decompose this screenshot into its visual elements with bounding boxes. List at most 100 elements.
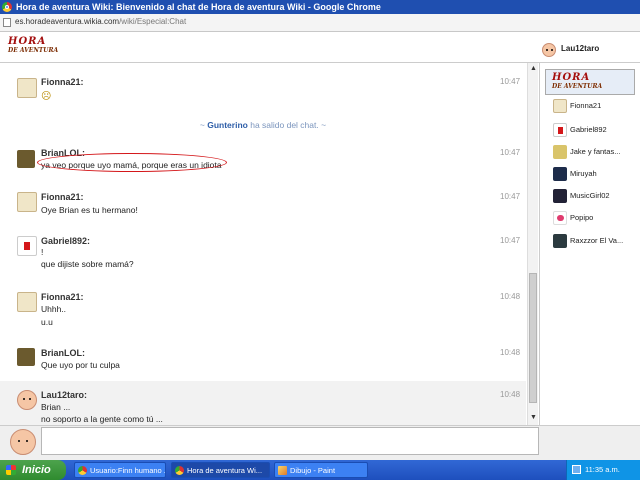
sidebar-logo-line2: DE AVENTURA — [552, 83, 603, 90]
chat-message: BrianLOL: 10:48 Que uyo por tu culpa — [0, 346, 526, 376]
message-time: 10:48 — [500, 348, 521, 357]
sidebar-user[interactable]: Popipo — [553, 211, 639, 227]
message-text: Oye Brian es tu hermano! — [41, 205, 138, 215]
message-text: u.u — [41, 317, 53, 327]
sidebar-user-avatar — [553, 234, 567, 248]
sidebar-user[interactable]: Gabriel892 — [553, 123, 639, 139]
chrome-icon — [78, 466, 87, 475]
sidebar-user[interactable]: MusicGirl02 — [553, 189, 639, 205]
message-text: Brian ... — [41, 402, 71, 412]
alert-text: ha salido del chat. — [250, 120, 319, 130]
message-username[interactable]: Lau12taro: — [41, 390, 87, 400]
current-username[interactable]: Lau12taro — [561, 44, 599, 53]
sidebar-user[interactable]: Jake y fantas... — [553, 145, 639, 161]
system-tray: 11:35 a.m. — [566, 460, 640, 480]
sidebar-logo-text: HORA DE AVENTURA — [552, 73, 602, 91]
chat-log: Fionna21: 10:47 ☹ ~ Gunterino ha salido … — [0, 63, 526, 425]
sidebar-user-avatar — [553, 167, 567, 181]
sidebar-user-name: Jake y fantas... — [570, 147, 621, 156]
user-avatar[interactable] — [17, 236, 37, 256]
sidebar-user-name: MusicGirl02 — [570, 191, 610, 200]
url-text[interactable]: es.horadeaventura.wikia.com/wiki/Especia… — [15, 17, 186, 26]
window-titlebar: Hora de aventura Wiki: Bienvenido al cha… — [0, 0, 640, 14]
chat-message: Gabriel892: 10:47 ! que dijiste sobre ma… — [0, 234, 526, 276]
logo-line1: HORA — [8, 36, 47, 47]
address-bar[interactable]: es.horadeaventura.wikia.com/wiki/Especia… — [0, 14, 640, 32]
sidebar-user-avatar — [553, 99, 567, 113]
paint-icon — [278, 466, 287, 475]
message-text: Uhhh.. — [41, 304, 67, 314]
network-icon[interactable] — [572, 465, 581, 474]
alert-tilde-left: ~ — [199, 120, 205, 130]
user-avatar[interactable] — [17, 348, 35, 366]
scrollbar-thumb[interactable] — [529, 273, 537, 403]
current-user-avatar[interactable] — [542, 43, 556, 57]
user-avatar[interactable] — [17, 192, 37, 212]
input-user-avatar — [10, 429, 36, 455]
logo-line2: DE AVENTURA — [8, 47, 59, 54]
emoticon-sad-icon: ☹ — [41, 91, 52, 102]
message-username[interactable]: BrianLOL: — [41, 348, 85, 358]
scroll-up-arrow-icon[interactable]: ▲ — [529, 64, 538, 74]
chat-message: Fionna21: 10:47 Oye Brian es tu hermano! — [0, 190, 526, 220]
taskbar-item[interactable]: Usuario:Finn humano ... — [74, 462, 166, 478]
sidebar-user[interactable]: Fionna21 — [553, 99, 639, 115]
user-avatar[interactable] — [17, 292, 37, 312]
message-username[interactable]: Fionna21: — [41, 77, 84, 87]
chat-message: Fionna21: 10:47 ☹ — [0, 73, 526, 103]
alert-tilde-right: ~ — [321, 120, 327, 130]
sidebar-user[interactable]: Raxzzor El Va... — [553, 234, 639, 250]
message-text: no soporto a la gente como tú ... — [41, 414, 163, 424]
start-label: Inicio — [22, 464, 51, 476]
user-list-sidebar: HORA DE AVENTURA Fionna21 Gabriel892 Jak… — [539, 63, 640, 425]
message-username[interactable]: Fionna21: — [41, 192, 84, 202]
chrome-icon — [2, 2, 12, 12]
start-button[interactable]: Inicio — [0, 460, 66, 480]
sidebar-logo-line1: HORA — [552, 72, 591, 83]
message-time: 10:47 — [500, 148, 521, 157]
user-avatar[interactable] — [17, 78, 37, 98]
alert-username[interactable]: Gunterino — [207, 120, 248, 130]
sidebar-user-name: Fionna21 — [570, 101, 602, 110]
url-path: /wiki/Especial:Chat — [119, 17, 187, 26]
scroll-down-arrow-icon[interactable]: ▼ — [529, 413, 538, 423]
clock[interactable]: 11:35 a.m. — [585, 460, 620, 480]
inline-alert: ~ Gunterino ha salido del chat. ~ — [0, 120, 526, 130]
sidebar-user-name: Popipo — [570, 213, 594, 222]
windows-flag-icon — [6, 465, 16, 475]
sidebar-user[interactable]: Miruyah — [553, 167, 639, 183]
message-text: Que uyo por tu culpa — [41, 360, 120, 370]
message-username[interactable]: Fionna21: — [41, 292, 84, 302]
message-text: ! — [41, 247, 44, 257]
sidebar-user-avatar — [553, 211, 567, 225]
message-time: 10:47 — [500, 236, 521, 245]
taskbar-item-label: Hora de aventura Wi... — [187, 466, 263, 475]
taskbar-item[interactable]: Dibujo - Paint — [274, 462, 368, 478]
sidebar-wiki-logo[interactable]: HORA DE AVENTURA — [545, 69, 635, 95]
sidebar-user-name: Raxzzor El Va... — [570, 236, 624, 245]
chat-message-own: Lau12taro: 10:48 Brian ... no soporto a … — [0, 381, 526, 425]
message-textbox[interactable] — [41, 427, 539, 455]
sidebar-user-name: Miruyah — [570, 169, 597, 178]
chat-message: Fionna21: 10:48 Uhhh.. u.u — [0, 289, 526, 329]
message-time: 10:47 — [500, 77, 521, 86]
message-username[interactable]: Gabriel892: — [41, 236, 90, 246]
taskbar-item-label: Usuario:Finn humano ... — [90, 466, 166, 475]
wiki-logo[interactable]: HORA DE AVENTURA — [8, 37, 84, 59]
taskbar-item-label: Dibujo - Paint — [290, 466, 336, 475]
taskbar-item-active[interactable]: Hora de aventura Wi... — [171, 462, 270, 478]
sidebar-user-avatar — [553, 123, 567, 137]
url-host: es.horadeaventura.wikia.com — [15, 17, 120, 26]
page-icon — [3, 18, 11, 27]
user-avatar[interactable] — [17, 150, 35, 168]
message-time: 10:47 — [500, 192, 521, 201]
message-time: 10:48 — [500, 390, 521, 399]
chrome-icon — [175, 466, 184, 475]
sidebar-user-avatar — [553, 145, 567, 159]
user-avatar[interactable] — [17, 390, 37, 410]
windows-taskbar: Inicio Usuario:Finn humano ... Hora de a… — [0, 460, 640, 480]
window-title: Hora de aventura Wiki: Bienvenido al cha… — [16, 2, 381, 12]
message-text: que dijiste sobre mamá? — [41, 259, 134, 269]
sidebar-user-avatar — [553, 189, 567, 203]
chat-scrollbar[interactable]: ▲ ▼ — [527, 63, 538, 425]
